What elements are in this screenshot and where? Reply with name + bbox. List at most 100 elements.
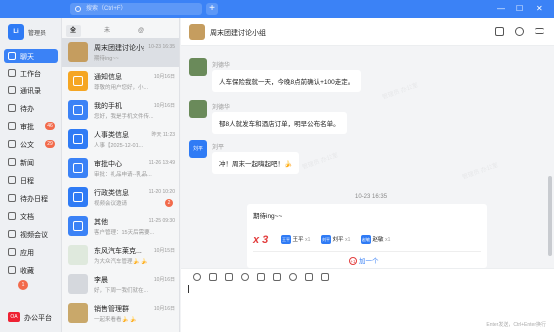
- sidebar-item-todo-schedule[interactable]: 待办日程: [4, 191, 58, 205]
- sidebar-item-documents-official[interactable]: 公文 29: [4, 137, 58, 151]
- relay-count: x 3: [253, 234, 269, 246]
- group-avatar: [189, 24, 205, 40]
- todo-icon: [8, 104, 16, 112]
- pin-icon[interactable]: [515, 27, 524, 36]
- participant-chip[interactable]: 刘平 刘平 x1: [321, 235, 350, 245]
- star-icon: [8, 266, 16, 274]
- add-button[interactable]: +: [206, 3, 218, 15]
- message-bubble[interactable]: 人车保险我就一天，今晚8点前确认+100走定。: [212, 70, 362, 92]
- profile[interactable]: Li 管理员: [4, 20, 62, 42]
- file-icon[interactable]: [257, 273, 265, 281]
- approval-badge: 46: [45, 122, 55, 130]
- card-text: 期待ing~~: [253, 213, 283, 220]
- send-hint: Enter发送，Ctrl+Enter换行: [486, 322, 546, 328]
- sidebar: Li 管理员 聊天 工作台 通讯录 待办 审批 46 公文 29 新闻 日程 待办日…: [0, 18, 62, 332]
- template-icon[interactable]: [305, 273, 313, 281]
- avatar: Li: [8, 24, 24, 40]
- workbench-icon: [8, 69, 16, 77]
- avatar[interactable]: [189, 58, 207, 76]
- sidebar-item-contacts[interactable]: 通讯录: [4, 83, 58, 97]
- calendar-check-icon: [8, 194, 16, 202]
- sidebar-item-schedule[interactable]: 日程: [4, 173, 58, 187]
- sender-name: 刘德华: [212, 105, 231, 111]
- calendar-icon: [8, 176, 16, 184]
- message-bubble[interactable]: 郁8人就发车和酒店订单，明早公布名单。: [212, 112, 347, 134]
- relay-card[interactable]: 期待ing~~ x 3 王平 王平 x1 刘平 刘平 x1 赵敏 赵敏 x1 +…: [247, 204, 487, 268]
- document-icon: [8, 140, 16, 148]
- grid-icon: [68, 216, 88, 236]
- sidebar-item-favorites[interactable]: 收藏: [4, 263, 58, 277]
- search-input[interactable]: 搜索（Ctrl+F）: [70, 3, 202, 15]
- title-bar: 搜索（Ctrl+F） + — ☐ ✕: [0, 0, 554, 18]
- list-item[interactable]: 审批中心 11-26 13:49 审批：礼品申请--乳品...: [62, 154, 179, 183]
- sidebar-item-todo[interactable]: 待办: [4, 101, 58, 115]
- sidebar-item-news[interactable]: 新闻: [4, 155, 58, 169]
- notification-badge[interactable]: 1: [18, 280, 28, 290]
- video-icon: [8, 230, 16, 238]
- platform-icon: OA: [8, 312, 20, 322]
- person-icon: [68, 129, 88, 149]
- compose-area[interactable]: Enter发送，Ctrl+Enter换行: [181, 268, 554, 332]
- list-item[interactable]: 通知信息 10月16日 尊敬的用户您好，小...: [62, 67, 179, 96]
- folder-icon[interactable]: [495, 27, 504, 36]
- mention-icon[interactable]: [289, 273, 297, 281]
- office-platform-button[interactable]: OA 办公平台: [4, 310, 60, 324]
- sidebar-item-files[interactable]: 文档: [4, 209, 58, 223]
- sidebar-item-apps[interactable]: 应用: [4, 245, 58, 259]
- maximize-button[interactable]: ☐: [516, 3, 523, 15]
- participant-chip[interactable]: 赵敏 赵敏 x1: [361, 235, 390, 245]
- text-caret: [188, 285, 189, 293]
- minimize-button[interactable]: —: [497, 3, 505, 15]
- list-item[interactable]: 销售管理群 10月16日 一起来看看🍌 🍌: [62, 299, 179, 328]
- list-item[interactable]: 李晨 10月16日 好，下周一我们就在...: [62, 270, 179, 299]
- avatar[interactable]: [189, 100, 207, 118]
- list-item[interactable]: 东风汽车莱克... 10月15日 为大众汽车管理🍌 🍌: [62, 241, 179, 270]
- group-avatar: [68, 42, 88, 62]
- list-item[interactable]: 我的手机 10月16日 您好，我是手机文件传...: [62, 96, 179, 125]
- sender-name: 刘平: [212, 145, 225, 151]
- apps-icon: [8, 248, 16, 256]
- plus-one-button[interactable]: +1 加一个: [349, 255, 379, 266]
- file-icon: [8, 212, 16, 220]
- close-button[interactable]: ✕: [536, 3, 543, 15]
- emoji-icon[interactable]: [193, 273, 201, 281]
- group-avatar: [68, 303, 88, 323]
- participant-chip[interactable]: 王平 王平 x1: [281, 235, 310, 245]
- tab-mentions[interactable]: @我: [134, 25, 148, 46]
- message-bubble[interactable]: 冲！周末一起嗨起吧！🍌: [212, 152, 300, 174]
- sender-name: 刘德华: [212, 63, 231, 69]
- approval-icon: [8, 122, 16, 130]
- conversation-list: 全部 33 未读 33 @我 周末团建讨论小组 10-23 16:35 期待in…: [62, 18, 180, 332]
- phone-icon: [68, 100, 88, 120]
- list-item[interactable]: 其他 11-25 09:30 客户管理：15天后需要...: [62, 212, 179, 241]
- sidebar-item-workbench[interactable]: 工作台: [4, 66, 58, 80]
- list-item[interactable]: 人事类信息 昨天 11:23 人事【2025-12-01...: [62, 125, 179, 154]
- list-item[interactable]: 行政类信息 11-20 10:20 视频会议邀请 2: [62, 183, 179, 212]
- scissors-icon[interactable]: [209, 273, 217, 281]
- screen-icon[interactable]: [321, 273, 329, 281]
- scrollbar[interactable]: [548, 176, 552, 256]
- tab-all[interactable]: 全部 33: [66, 25, 81, 58]
- user-name: 管理员: [28, 31, 47, 37]
- message-timestamp: 10-23 16:35: [355, 194, 388, 200]
- document-badge: 29: [45, 140, 55, 148]
- contacts-icon: [8, 86, 16, 94]
- chat-record-icon[interactable]: [273, 273, 281, 281]
- sidebar-item-chat[interactable]: 聊天: [4, 49, 58, 63]
- clock-icon[interactable]: [241, 273, 249, 281]
- sidebar-item-video-meeting[interactable]: 视频会议: [4, 227, 58, 241]
- news-icon: [8, 158, 16, 166]
- chat-header: 周末团建讨论小组: [181, 18, 554, 46]
- bell-icon: [68, 71, 88, 91]
- tab-unread[interactable]: 未读 33: [100, 25, 115, 58]
- sidebar-item-approval[interactable]: 审批 46: [4, 119, 58, 133]
- group-avatar: [68, 245, 88, 265]
- message-area: 管理员 办公室 管理员 办公室 管理员 办公室 管理员 办公室 刘德华 人车保险…: [181, 46, 554, 268]
- unread-badge: 2: [165, 199, 173, 207]
- plus-circle-icon: +1: [349, 257, 357, 266]
- avatar[interactable]: 刘平: [189, 140, 207, 158]
- search-icon: [75, 6, 81, 12]
- list-item[interactable]: 周末团建讨论小组 10-23 16:35 期待ing~~: [62, 38, 179, 67]
- image-icon[interactable]: [225, 273, 233, 281]
- menu-icon[interactable]: [535, 28, 544, 34]
